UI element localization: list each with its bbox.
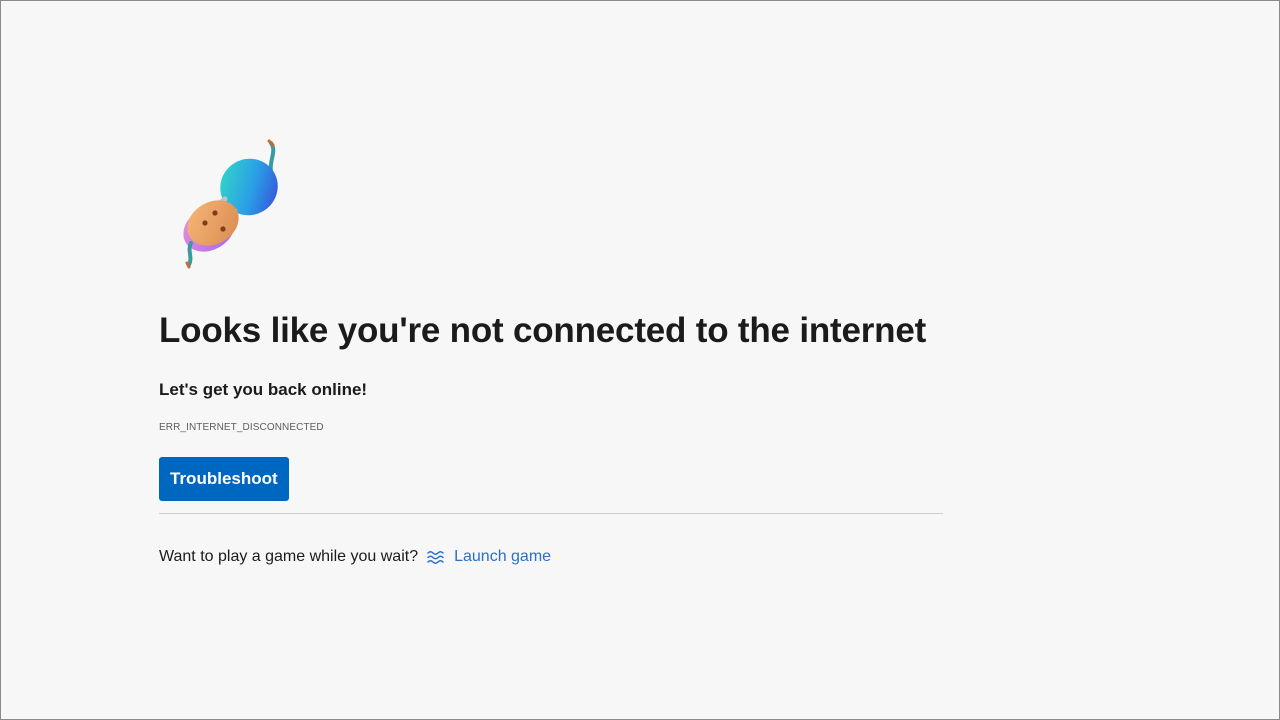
troubleshoot-button[interactable]: Troubleshoot <box>159 457 289 501</box>
unplugged-cable-icon <box>183 139 278 269</box>
error-content: Looks like you're not connected to the i… <box>159 137 943 567</box>
launch-game-link[interactable]: Launch game <box>454 547 551 567</box>
surf-waves-icon[interactable] <box>426 549 446 565</box>
page-subtitle: Let's get you back online! <box>159 380 368 399</box>
page-title: Looks like you're not connected to the i… <box>159 311 927 350</box>
game-prompt-row: Want to play a game while you wait? Laun… <box>159 547 943 567</box>
error-code: ERR_INTERNET_DISCONNECTED <box>159 422 324 433</box>
game-prompt-text: Want to play a game while you wait? <box>159 548 419 565</box>
browser-error-page: Looks like you're not connected to the i… <box>0 0 1280 720</box>
divider <box>159 513 943 514</box>
